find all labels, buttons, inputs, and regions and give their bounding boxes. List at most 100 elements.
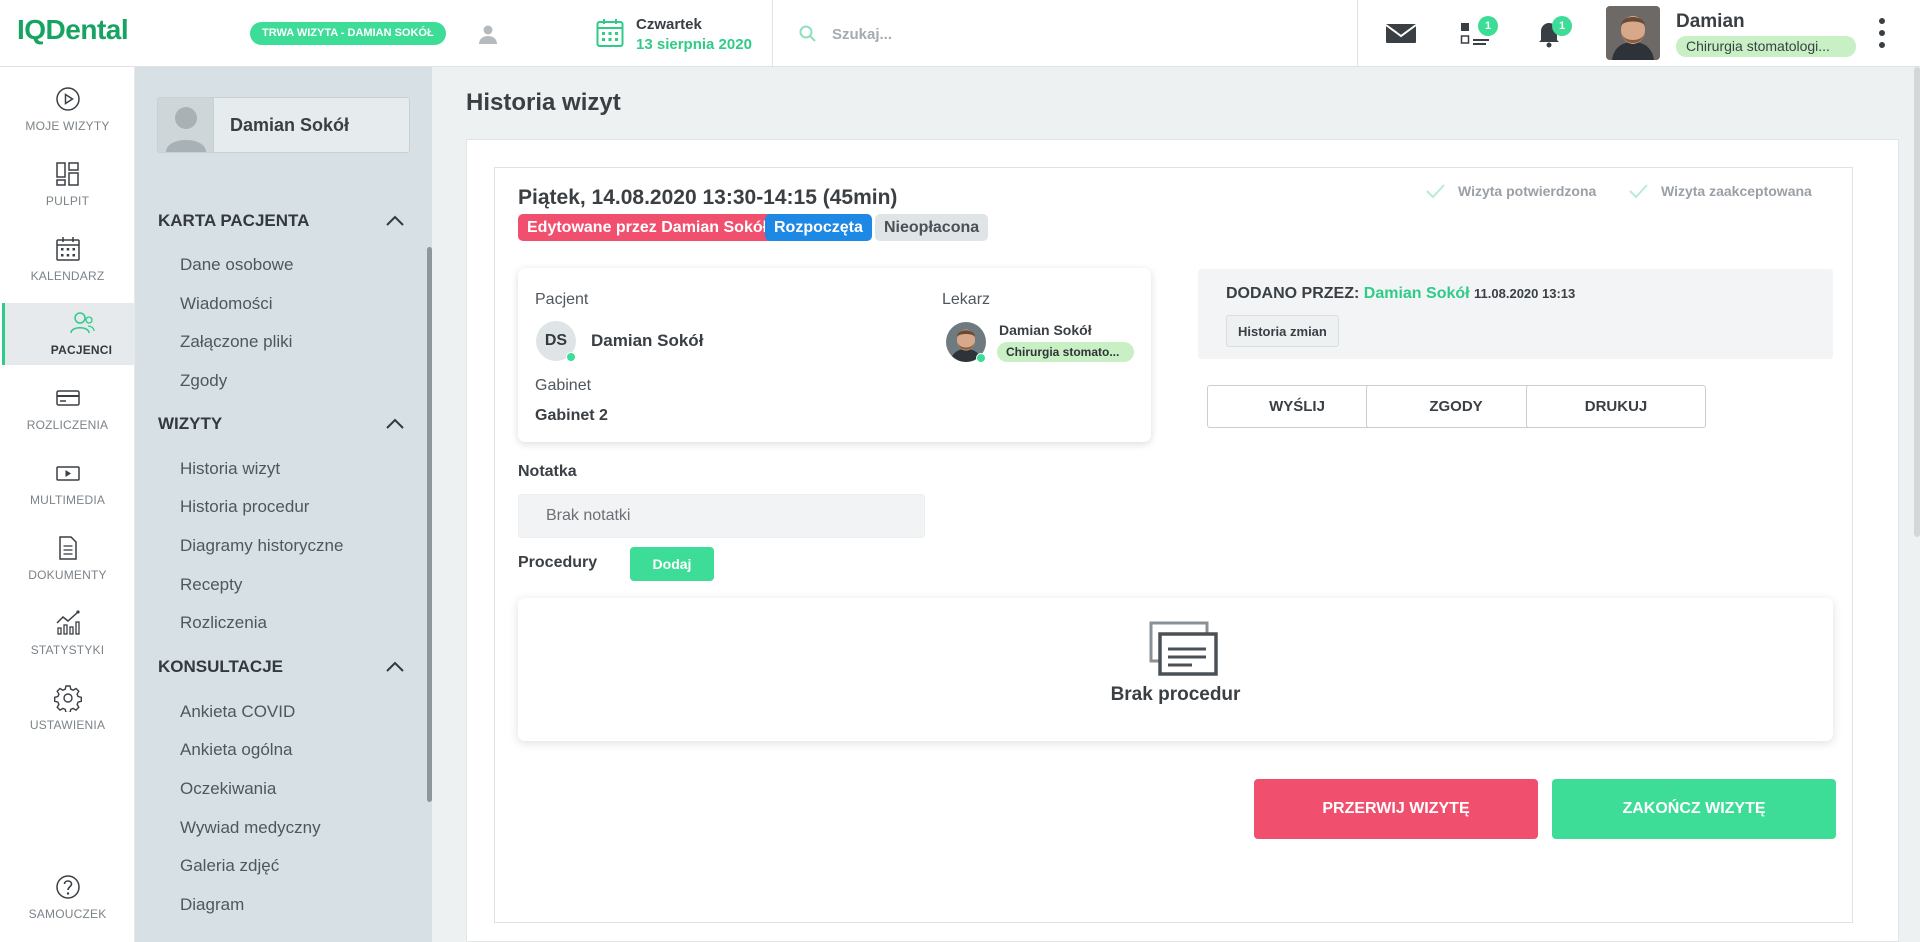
patient-avatar — [158, 98, 214, 152]
tasks-count-badge: 1 — [1478, 16, 1498, 36]
link-consents[interactable]: Zgody — [180, 371, 227, 391]
patients-icon — [69, 312, 95, 334]
add-procedure-button[interactable]: Dodaj — [630, 547, 714, 581]
no-procedures-text: Brak procedur — [1110, 684, 1241, 705]
top-bar: IQDental TRWA WIZYTA - DAMIAN SOKÓŁ Czwa… — [0, 0, 1920, 67]
notifications-button[interactable]: 1 — [1532, 16, 1572, 48]
link-photo-gallery[interactable]: Galeria zdjęć — [180, 856, 279, 876]
added-by-box: DODANO PRZEZ: Damian Sokół 11.08.2020 13… — [1198, 269, 1833, 359]
nav-label: DOKUMENTY — [28, 568, 107, 582]
tasks-button[interactable]: 1 — [1458, 16, 1498, 48]
link-covid-survey[interactable]: Ankieta COVID — [180, 702, 295, 722]
print-button[interactable]: DRUKUJ — [1526, 385, 1706, 428]
mail-icon[interactable] — [1384, 18, 1418, 48]
section-consultations[interactable]: KONSULTACJE — [158, 657, 408, 677]
link-visit-history[interactable]: Historia wizyt — [180, 459, 280, 479]
visit-patient-name[interactable]: Damian Sokół — [591, 331, 703, 351]
section-patient-card[interactable]: KARTA PACJENTA — [158, 211, 408, 231]
more-menu-icon[interactable] — [1874, 16, 1890, 50]
active-visit-badge[interactable]: TRWA WIZYTA - DAMIAN SOKÓŁ — [250, 22, 446, 45]
play-circle-icon — [55, 87, 80, 111]
added-by-time: 11.08.2020 13:13 — [1474, 286, 1576, 301]
nav-settings[interactable]: USTAWIENIA — [2, 678, 133, 740]
link-messages[interactable]: Wiadomości — [180, 294, 273, 314]
chevron-up-icon[interactable] — [384, 414, 406, 434]
search-icon — [799, 25, 816, 42]
link-billing[interactable]: Rozliczenia — [180, 613, 267, 633]
patient-sidebar: Damian Sokół KARTA PACJENTA Dane osobowe… — [135, 67, 432, 942]
dashboard-icon — [55, 162, 79, 186]
edited-by-badge: Edytowane przez Damian Sokół — [518, 214, 777, 241]
link-personal-data[interactable]: Dane osobowe — [180, 255, 293, 275]
calendar-icon — [55, 237, 80, 261]
notifications-count-badge: 1 — [1552, 16, 1572, 36]
search-bar[interactable] — [796, 22, 1216, 46]
consents-button[interactable]: ZGODY — [1366, 385, 1546, 428]
finish-visit-button[interactable]: ZAKOŃCZ WIZYTĘ — [1552, 779, 1836, 839]
nav-billing[interactable]: ROZLICZENIA — [2, 378, 133, 440]
link-medical-interview[interactable]: Wywiad medyczny — [180, 818, 321, 838]
visit-doctor-name[interactable]: Damian Sokół — [999, 322, 1092, 338]
visit-info-card: Pacjent DS Damian Sokół Gabinet Gabinet … — [518, 268, 1151, 442]
link-prescriptions[interactable]: Recepty — [180, 575, 242, 595]
nav-tutorial[interactable]: SAMOUCZEK — [2, 867, 133, 929]
gear-icon — [53, 685, 82, 712]
help-icon — [55, 875, 80, 899]
check-icon — [1629, 184, 1648, 199]
nav-dashboard[interactable]: PULPIT — [2, 154, 133, 216]
nav-label: SAMOUCZEK — [28, 907, 107, 921]
date-full: 13 sierpnia 2020 — [636, 36, 752, 53]
link-historical-diagrams[interactable]: Diagramy historyczne — [180, 536, 343, 556]
main-scrollbar[interactable] — [1914, 67, 1920, 537]
send-button[interactable]: WYŚLIJ — [1207, 385, 1387, 428]
section-title: WIZYTY — [158, 414, 223, 433]
user-name[interactable]: Damian — [1676, 11, 1745, 33]
content-card: Piątek, 14.08.2020 13:30-14:15 (45min) E… — [466, 139, 1899, 942]
doctor-label: Lekarz — [942, 291, 991, 308]
link-diagram[interactable]: Diagram — [180, 895, 244, 915]
procedures-label: Procedury — [518, 554, 598, 571]
app-logo[interactable]: IQDental — [17, 14, 129, 46]
divider — [772, 0, 773, 67]
added-by-label: DODANO PRZEZ: — [1226, 285, 1360, 302]
user-icon — [166, 107, 206, 152]
online-indicator — [976, 353, 986, 363]
link-general-survey[interactable]: Ankieta ogólna — [180, 740, 292, 760]
added-by-line: DODANO PRZEZ: Damian Sokół 11.08.2020 13… — [1226, 285, 1575, 303]
online-indicator — [566, 352, 576, 362]
empty-cards-icon — [1149, 621, 1218, 676]
link-expectations[interactable]: Oczekiwania — [180, 779, 276, 799]
nav-label: ROZLICZENIA — [26, 418, 109, 432]
avatar-photo — [1606, 6, 1660, 60]
visit-title: Piątek, 14.08.2020 13:30-14:15 (45min) — [518, 186, 898, 209]
link-attached-files[interactable]: Załączone pliki — [180, 332, 292, 352]
chevron-up-icon[interactable] — [384, 657, 406, 677]
main-content: Historia wizyt Piątek, 14.08.2020 13:30-… — [432, 67, 1920, 942]
section-title: KONSULTACJE — [158, 657, 283, 676]
date-day-name: Czwartek — [636, 16, 702, 33]
nav-label: USTAWIENIA — [29, 718, 106, 732]
nav-label: STATYSTYKI — [30, 643, 105, 657]
patient-card[interactable]: Damian Sokół — [157, 97, 410, 153]
credit-card-icon — [55, 390, 80, 406]
procedures-empty-state: Brak procedur — [518, 598, 1833, 741]
nav-multimedia[interactable]: MULTIMEDIA — [2, 453, 133, 515]
status-label: Wizyta zaakceptowana — [1661, 183, 1812, 199]
document-icon — [58, 536, 77, 560]
nav-calendar[interactable]: KALENDARZ — [2, 229, 133, 291]
user-avatar[interactable] — [1606, 6, 1660, 60]
note-field[interactable]: Brak notatki — [518, 494, 925, 538]
note-label: Notatka — [518, 463, 577, 480]
chevron-up-icon[interactable] — [384, 211, 406, 231]
nav-my-visits[interactable]: MOJE WIZYTY — [2, 79, 133, 141]
search-input[interactable] — [832, 22, 1192, 46]
doctor-role-badge: Chirurgia stomato... — [997, 342, 1134, 362]
nav-documents[interactable]: DOKUMENTY — [2, 528, 133, 590]
check-icon — [1426, 184, 1445, 199]
section-visits[interactable]: WIZYTY — [158, 414, 408, 434]
visit-accepted-status: Wizyta zaakceptowana — [1629, 183, 1812, 199]
interrupt-visit-button[interactable]: PRZERWIJ WIZYTĘ — [1254, 779, 1538, 839]
nav-statistics[interactable]: STATYSTYKI — [2, 603, 133, 665]
link-procedure-history[interactable]: Historia procedur — [180, 497, 309, 517]
change-history-button[interactable]: Historia zmian — [1226, 315, 1339, 347]
